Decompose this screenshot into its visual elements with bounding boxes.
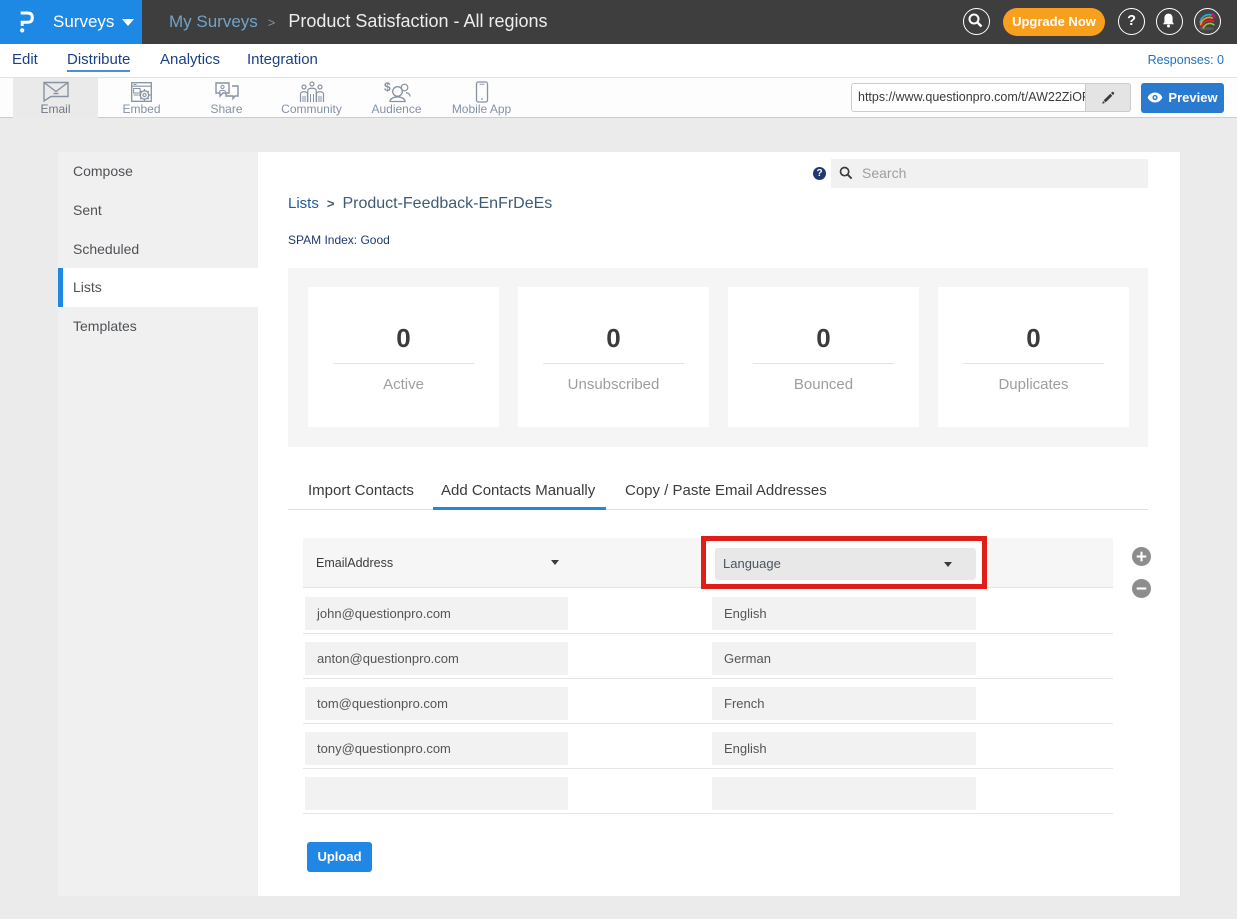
svg-text:$: $ xyxy=(384,81,391,94)
